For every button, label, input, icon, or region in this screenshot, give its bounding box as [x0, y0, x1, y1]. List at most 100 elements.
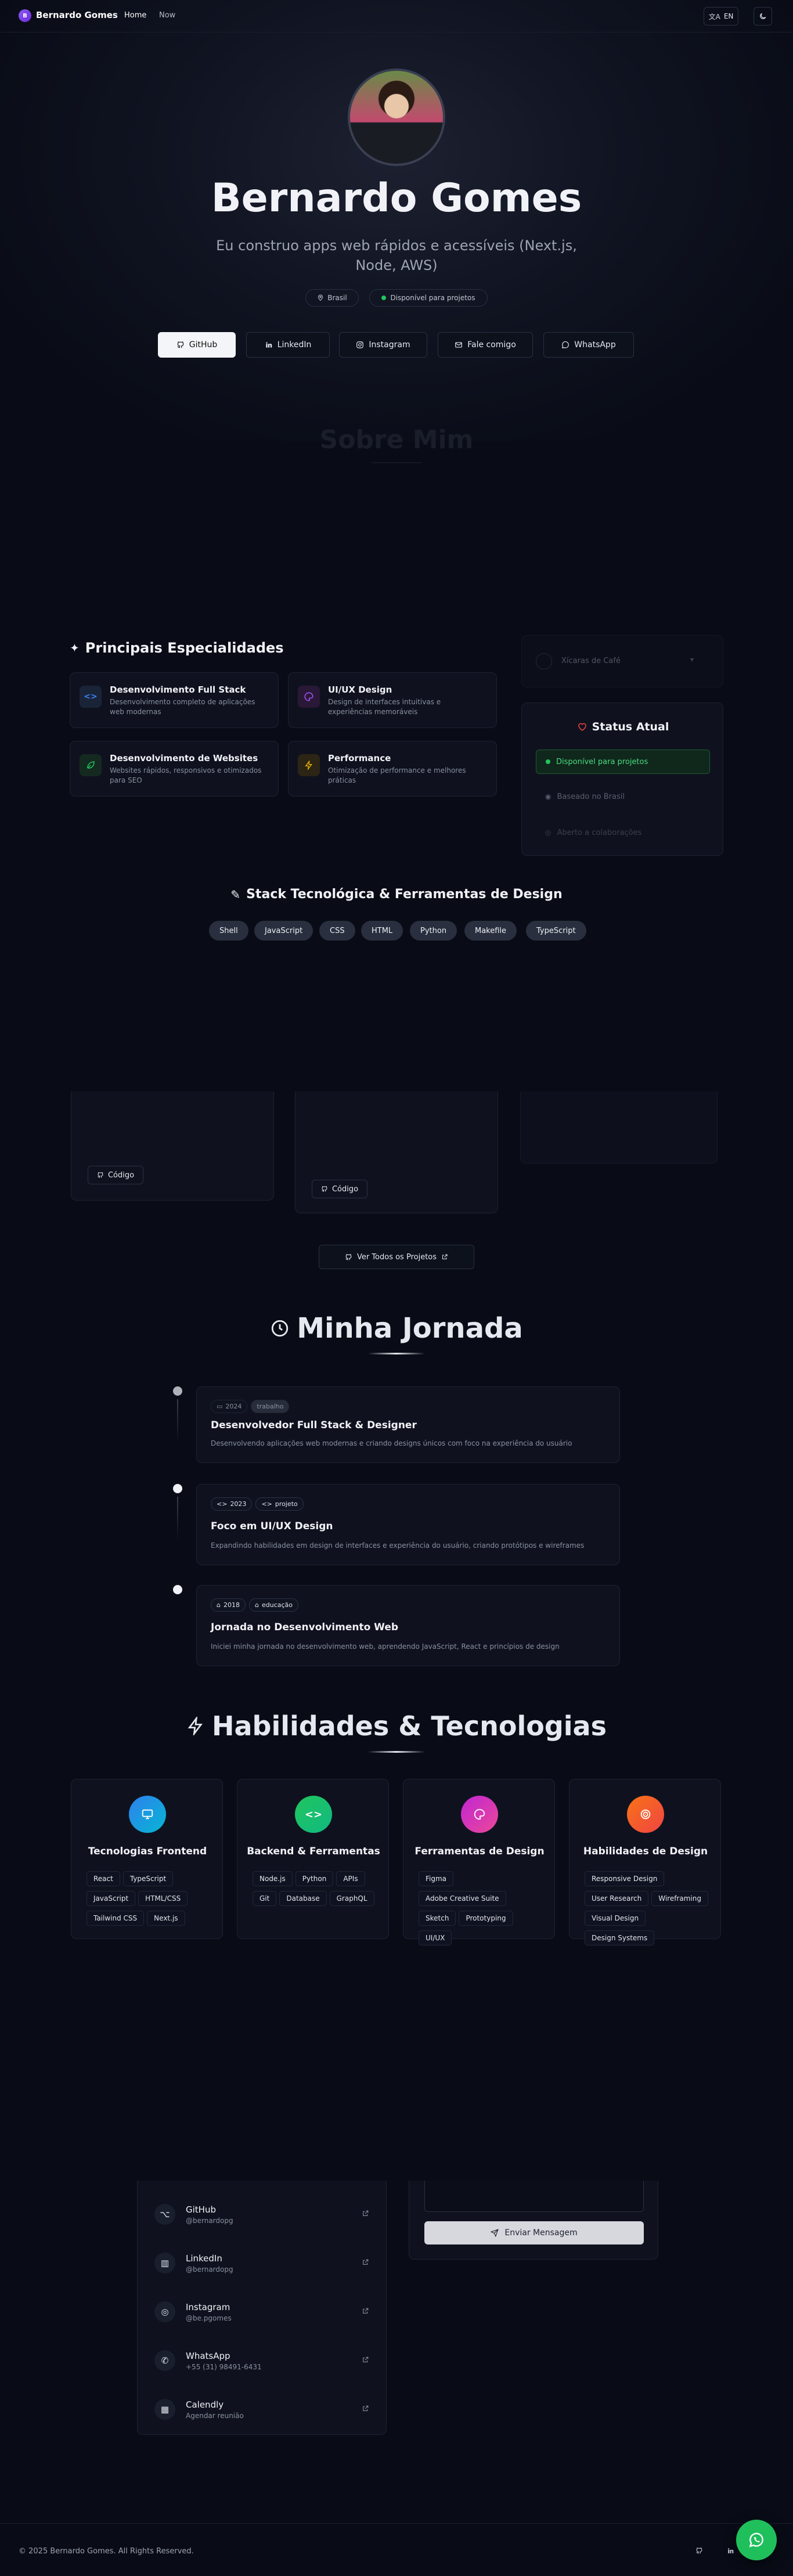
graduation-cap-icon: ⌂	[217, 1601, 221, 1609]
send-message-button[interactable]: Enviar Mensagem	[424, 2221, 644, 2244]
stack-header: ✎ Stack Tecnológica & Ferramentas de Des…	[0, 887, 793, 902]
monitor-icon	[129, 1796, 166, 1833]
brand-logo-icon[interactable]: B	[19, 9, 31, 22]
whatsapp-button-label: WhatsApp	[574, 340, 616, 350]
message-circle-icon	[562, 341, 569, 349]
journey-item-desc: Expandindo habilidades em design de inte…	[211, 1541, 585, 1550]
stack-chip: Python	[410, 921, 457, 941]
external-link-icon	[362, 2258, 369, 2266]
year-label: 2024	[225, 1403, 242, 1410]
instagram-button[interactable]: Instagram	[339, 332, 427, 358]
status-title: Status Atual	[592, 720, 669, 733]
contact-links-list: ⌥ GitHub @bernardopg ▥ LinkedIn @bernardopg ◎ I…	[154, 2190, 369, 2434]
kind-label: educação	[261, 1601, 293, 1609]
specialty-card-uiux[interactable]: UI/UX Design Design de interfaces intuit…	[288, 672, 497, 728]
language-toggle[interactable]: 文A EN	[704, 7, 738, 26]
timeline-line	[177, 1497, 178, 1541]
skill-tag: Next.js	[147, 1911, 185, 1926]
status-item-available: Disponível para projetos	[536, 750, 710, 774]
contact-link-handle: @bernardopg	[186, 2216, 233, 2225]
badge-availability: Disponível para projetos	[369, 289, 488, 307]
specialties-header: ✦ Principais Especialidades	[70, 640, 284, 656]
palette-icon	[298, 686, 320, 708]
contact-link-instagram[interactable]: ◎ Instagram @be.pgomes	[154, 2287, 369, 2336]
skill-tag: Git	[253, 1891, 277, 1906]
target-icon	[627, 1796, 664, 1833]
skill-tag: Database	[279, 1891, 327, 1906]
code-button[interactable]: Código	[88, 1166, 143, 1184]
whatsapp-button[interactable]: WhatsApp	[543, 332, 634, 358]
journey-title: Minha Jornada	[297, 1312, 523, 1345]
contact-button[interactable]: Fale comigo	[438, 332, 533, 358]
year-label: 2018	[223, 1601, 240, 1609]
status-item-collab: ◎ Aberto a colaborações	[536, 820, 710, 845]
project-card: Código	[71, 1091, 274, 1201]
github-button[interactable]: GitHub	[158, 332, 236, 358]
status-dot-icon	[546, 759, 550, 764]
year-badge: ▭ 2024	[211, 1400, 248, 1413]
skill-tag: Prototyping	[459, 1911, 513, 1926]
timeline-line	[177, 1399, 178, 1443]
about-title: Sobre Mim	[319, 425, 474, 455]
skill-tag: Wireframing	[651, 1891, 708, 1906]
github-icon: ⌥	[154, 2204, 175, 2225]
contact-button-label: Fale comigo	[467, 340, 516, 350]
contact-link-linkedin[interactable]: ▥ LinkedIn @bernardopg	[154, 2239, 369, 2287]
map-pin-icon	[318, 294, 323, 301]
contact-link-name: LinkedIn	[186, 2253, 222, 2264]
status-item-location: ◉ Baseado no Brasil	[536, 784, 710, 809]
status-card: Status Atual Disponível para projetos ◉ …	[521, 702, 723, 856]
whatsapp-floating-button[interactable]	[736, 2520, 777, 2560]
external-link-icon	[362, 2356, 369, 2364]
clock-icon	[272, 1320, 289, 1337]
contact-link-name: Instagram	[186, 2301, 230, 2312]
github-icon	[322, 1186, 327, 1192]
specialty-card-websites[interactable]: Desenvolvimento de Websites Websites ráp…	[70, 741, 279, 797]
code-button-label: Código	[331, 1184, 359, 1194]
view-all-projects-button[interactable]: Ver Todos os Projetos	[319, 1245, 474, 1269]
skill-tags: Responsive Design User Research Wireframi…	[585, 1871, 712, 1950]
github-button-label: GitHub	[189, 340, 218, 350]
project-card	[520, 1091, 718, 1163]
map-pin-icon: ◉	[545, 792, 552, 801]
footer-linkedin-link[interactable]	[724, 2545, 736, 2556]
contact-link-github[interactable]: ⌥ GitHub @bernardopg	[154, 2190, 369, 2239]
status-item-label: Aberto a colaborações	[557, 828, 642, 837]
nav-link-now[interactable]: Now	[159, 11, 175, 20]
message-textarea[interactable]	[424, 2181, 644, 2212]
specialty-card-fullstack[interactable]: <> Desenvolvimento Full Stack Desenvolvi…	[70, 672, 279, 728]
status-item-label: Baseado no Brasil	[557, 792, 625, 801]
skill-tag: GraphQL	[329, 1891, 374, 1906]
journey-card: ⌂ 2018 ⌂ educação Jornada no Desenvolvimen…	[196, 1585, 620, 1666]
contact-link-handle: @bernardopg	[186, 2265, 233, 2274]
year-label: 2023	[230, 1500, 247, 1508]
about-underline	[372, 462, 421, 463]
kind-label: trabalho	[257, 1403, 284, 1410]
footer: © 2025 Bernardo Gomes. All Rights Reserv…	[0, 2523, 793, 2576]
timeline-dot	[173, 1484, 182, 1493]
send-icon	[491, 2229, 499, 2237]
linkedin-icon	[265, 342, 272, 348]
contact-link-calendly[interactable]: ▦ Calendly Agendar reunião	[154, 2385, 369, 2434]
skill-tag: Sketch	[419, 1911, 456, 1926]
stack-chip: Shell	[209, 921, 248, 941]
whatsapp-icon	[749, 2532, 763, 2548]
contact-link-handle: @be.pgomes	[186, 2314, 232, 2322]
skill-tag: Tailwind CSS	[86, 1911, 145, 1926]
linkedin-button[interactable]: LinkedIn	[246, 332, 330, 358]
external-link-icon	[442, 1254, 448, 1259]
theme-toggle[interactable]	[754, 7, 772, 26]
badge-availability-label: Disponível para projetos	[390, 294, 475, 302]
brand-name[interactable]: Bernardo Gomes	[36, 10, 118, 20]
specialty-card-performance[interactable]: Performance Otimização de performance e …	[288, 741, 497, 797]
code-button[interactable]: Código	[312, 1180, 367, 1198]
external-link-icon	[362, 2307, 369, 2315]
skill-tags: React TypeScript JavaScript HTML/CSS Tailw…	[86, 1871, 214, 1930]
skill-tags: Node.js Python APIs Git Database GraphQL	[253, 1871, 380, 1911]
zap-icon	[298, 754, 320, 776]
nav-link-home[interactable]: Home	[124, 11, 146, 20]
footer-github-link[interactable]	[693, 2545, 705, 2556]
mail-icon	[455, 342, 463, 348]
specialty-desc: Otimização de performance e melhores prá…	[328, 766, 466, 784]
contact-link-whatsapp[interactable]: ✆ WhatsApp +55 (31) 98491-6431	[154, 2336, 369, 2385]
